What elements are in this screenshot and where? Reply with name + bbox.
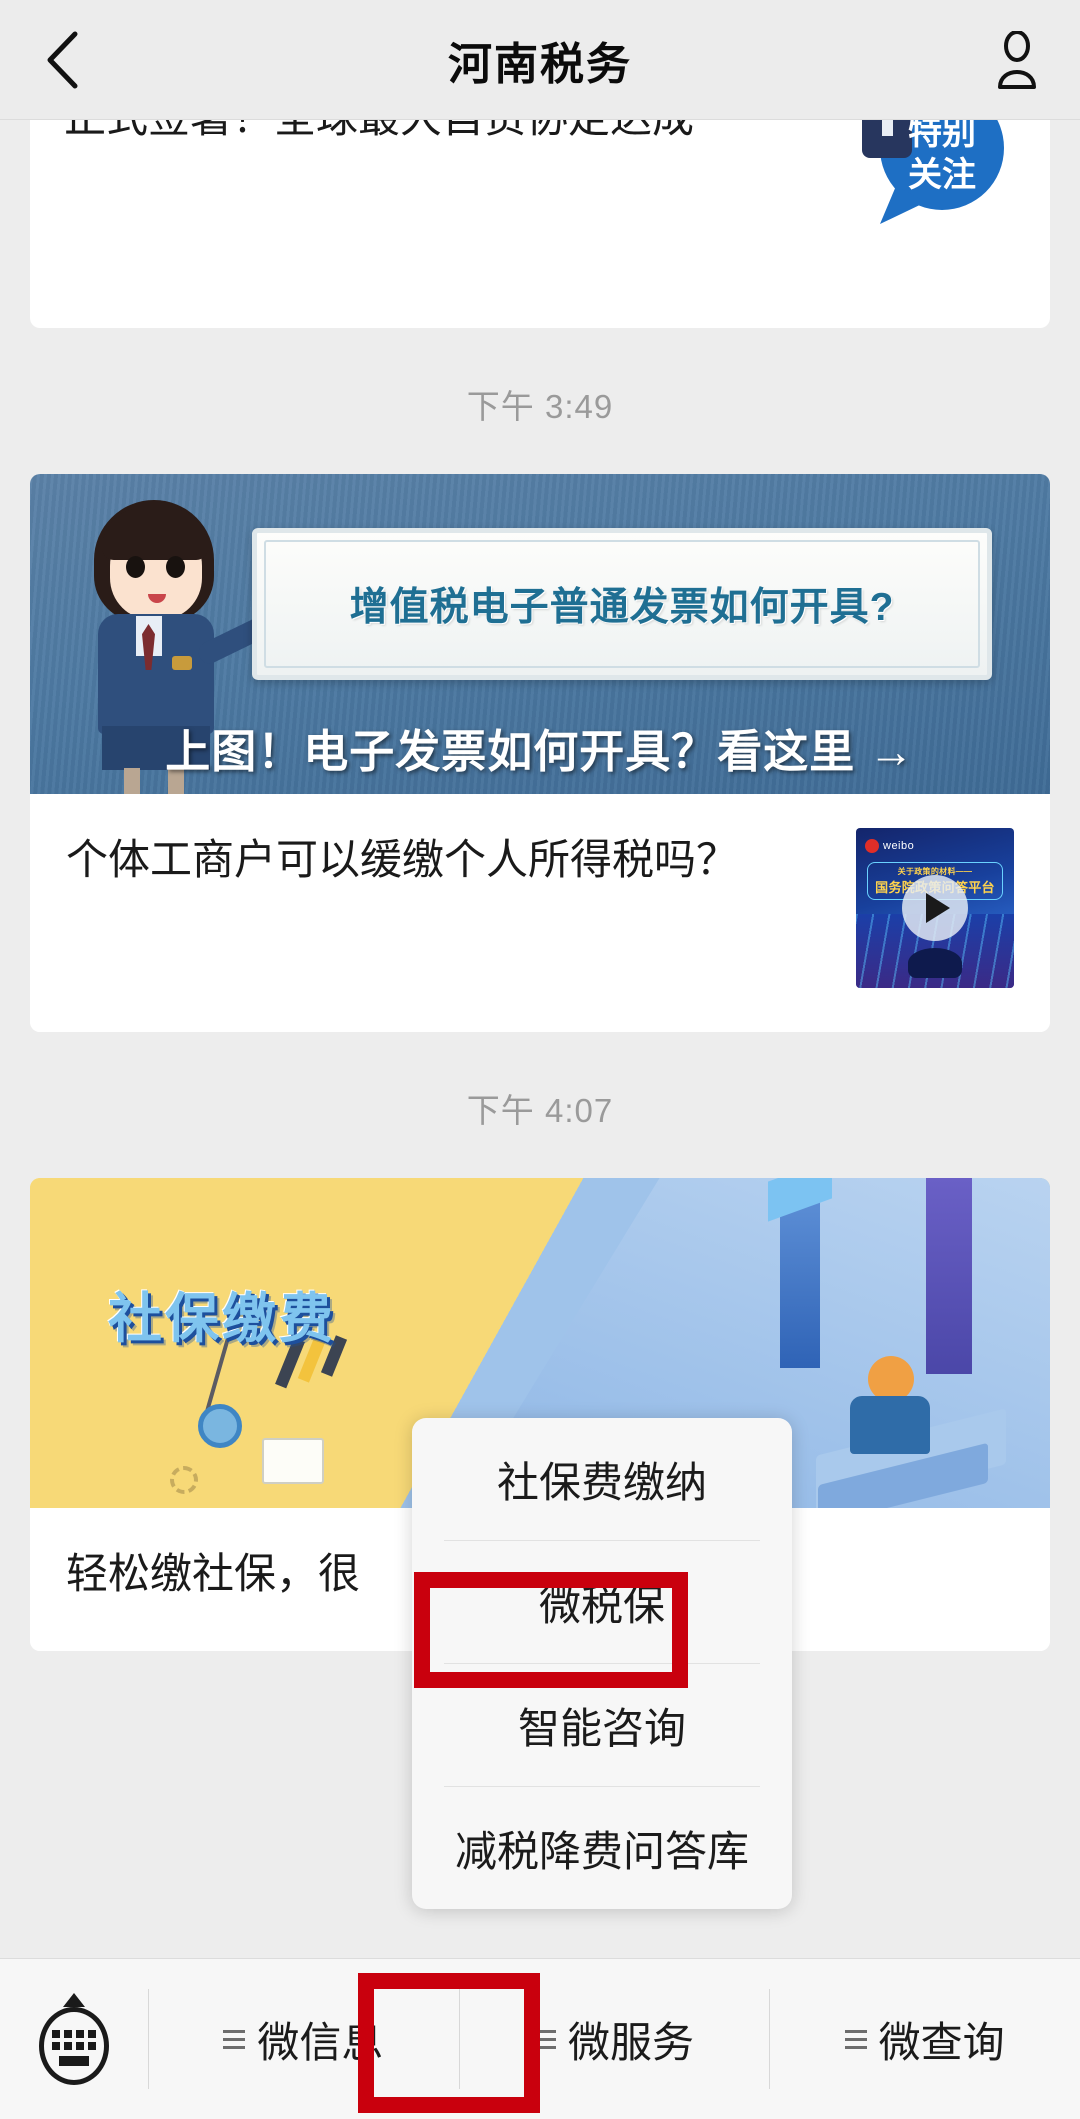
article-title: 个体工商户可以缓缴个人所得税吗？ bbox=[66, 836, 739, 883]
service-popup-menu[interactable]: 社保费缴纳 微税保 智能咨询 减税降费问答库 bbox=[412, 1418, 792, 1909]
tab-weixinxi[interactable]: 微信息 bbox=[148, 1959, 459, 2119]
social-banner-word: 社保缴费 bbox=[108, 1289, 336, 1349]
special-attention-badge: 特别 关注 bbox=[844, 120, 1014, 228]
timestamp-1: 下午 3:49 bbox=[466, 388, 614, 425]
page-title: 河南税务 bbox=[448, 39, 632, 89]
whiteboard-text: 增值税电子普通发票如何开具? bbox=[349, 586, 895, 629]
popup-item-weishuibao[interactable]: 微税保 bbox=[412, 1541, 792, 1663]
profile-button[interactable] bbox=[986, 24, 1048, 96]
keyboard-toggle-button[interactable] bbox=[0, 1959, 148, 2119]
whiteboard: 增值税电子普通发票如何开具? bbox=[252, 528, 992, 680]
menu-lines-icon bbox=[844, 2029, 867, 2049]
tab-weichaxun[interactable]: 微查询 bbox=[769, 1959, 1080, 2119]
keyboard-icon bbox=[33, 1993, 115, 2085]
tab-label: 微查询 bbox=[878, 2018, 1005, 2066]
video-thumbnail[interactable]: weibo 关于政策的材料—— 国务院政策问答平台 bbox=[856, 828, 1014, 988]
article-title: 正式签署！全球最大自贸协定达成 bbox=[64, 120, 804, 148]
person-icon bbox=[998, 30, 1036, 89]
menu-lines-icon bbox=[534, 2029, 556, 2049]
svg-text:关注: 关注 bbox=[908, 156, 976, 194]
popup-item-jianshuijiangfei[interactable]: 减税降费问答库 bbox=[412, 1787, 792, 1909]
tab-label: 微服务 bbox=[568, 2018, 695, 2066]
article-row-video[interactable]: 个体工商户可以缓缴个人所得税吗？ weibo 关于政策的材料—— 国务院政策问答… bbox=[30, 794, 1050, 1032]
app-header: 河南税务 bbox=[0, 0, 1080, 120]
tab-label: 微信息 bbox=[257, 2018, 384, 2066]
banner-image[interactable]: 增值税电子普通发票如何开具? 上图！电子发票如何开具？看这里 → bbox=[30, 474, 1050, 794]
tab-weifuwu[interactable]: 微服务 bbox=[458, 1959, 770, 2119]
weibo-logo: weibo bbox=[865, 839, 914, 853]
article-card-banner[interactable]: 增值税电子普通发票如何开具? 上图！电子发票如何开具？看这里 → 个体工商户可以… bbox=[30, 474, 1050, 1032]
phone-screen: 河南税务 正式签署！全球最大自贸协定达成 特别 bbox=[0, 0, 1080, 2119]
timestamp-2: 下午 4:07 bbox=[466, 1092, 614, 1129]
bottom-tab-bar: 微信息 微服务 微查询 bbox=[0, 1958, 1080, 2119]
menu-lines-icon bbox=[223, 2029, 246, 2049]
play-icon[interactable] bbox=[902, 875, 968, 941]
svg-text:特别: 特别 bbox=[908, 120, 976, 152]
tab-list: 微信息 微服务 微查询 bbox=[148, 1959, 1080, 2119]
banner-title: 上图！电子发票如何开具？看这里 → bbox=[165, 726, 915, 777]
popup-item-shebaofei[interactable]: 社保费缴纳 bbox=[412, 1418, 792, 1540]
chevron-left-icon bbox=[47, 31, 78, 88]
article-card-clipped[interactable]: 正式签署！全球最大自贸协定达成 特别 关注 bbox=[30, 120, 1050, 328]
popup-item-zhinengzixun[interactable]: 智能咨询 bbox=[412, 1664, 792, 1786]
back-button[interactable] bbox=[34, 24, 90, 96]
